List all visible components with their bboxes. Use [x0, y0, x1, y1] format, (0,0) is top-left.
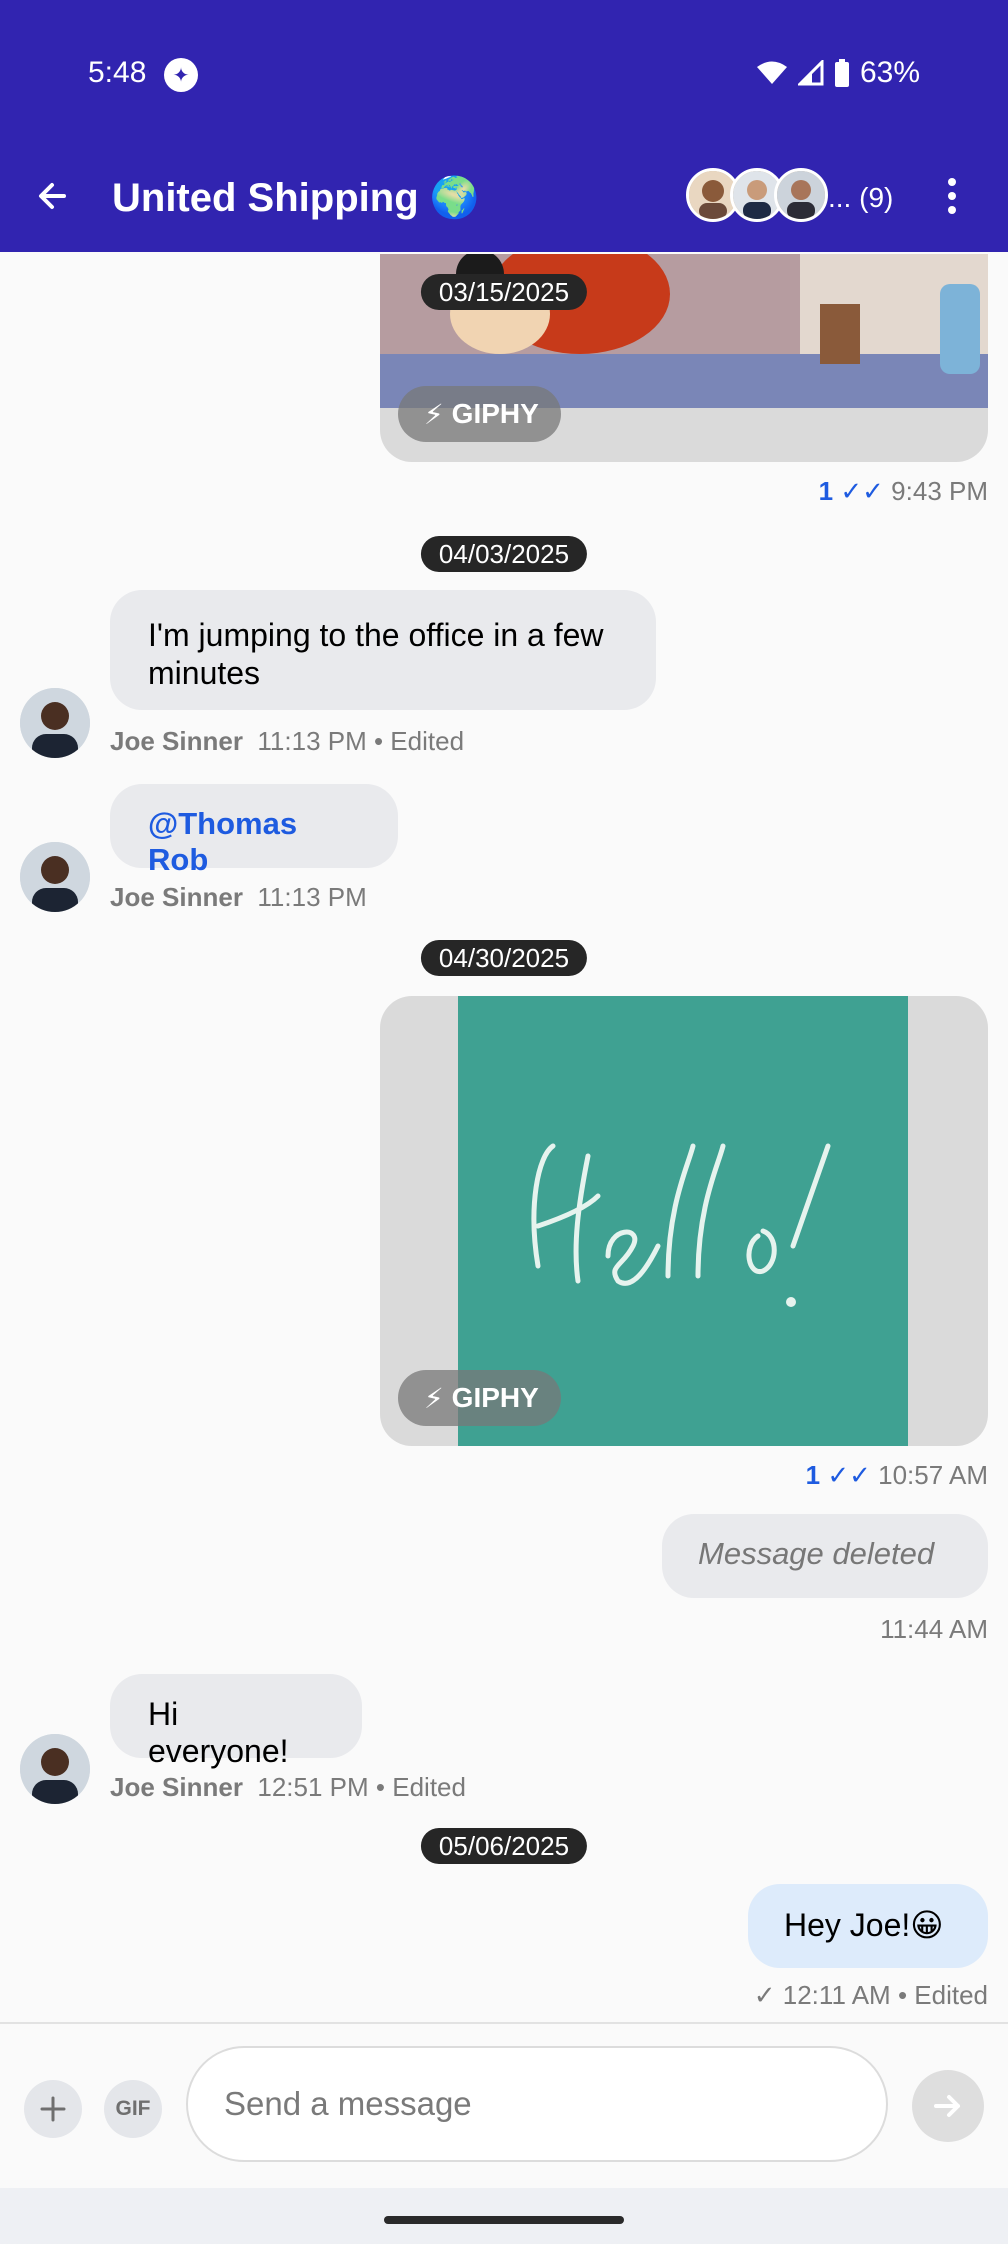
message-time: 9:43 PM — [891, 476, 988, 506]
message-placeholder: Send a message — [224, 2085, 472, 2122]
date-separator: 05/06/2025 — [420, 1828, 588, 1864]
lightning-icon: ⚡ — [424, 398, 444, 430]
date-separator: 04/03/2025 — [420, 536, 588, 572]
message-time: 11:13 PM — [257, 726, 367, 756]
battery-icon — [834, 59, 849, 87]
message-text: Hey Joe!😀 — [784, 1907, 944, 1943]
message-bubble[interactable]: Hi everyone! — [110, 1674, 362, 1769]
more-options-button[interactable] — [934, 172, 970, 220]
avatar[interactable] — [20, 842, 90, 912]
status-time: 5:48 — [88, 56, 147, 89]
deleted-message[interactable]: Message deleted — [662, 1514, 988, 1598]
back-button[interactable] — [28, 172, 76, 220]
status-indicators: 63% — [756, 56, 920, 90]
home-indicator[interactable] — [384, 2216, 624, 2224]
message-meta: Joe Sinner 12:51 PM • Edited — [110, 1772, 466, 1803]
check-icon: ✓ — [753, 1980, 776, 2010]
gif-message[interactable]: ⚡ GIPHY — [380, 996, 988, 1446]
gif-label: GIF — [115, 2097, 151, 2120]
edited-label: • Edited — [897, 1980, 988, 2010]
message-time: 11:13 PM — [257, 882, 367, 912]
edited-label: • Edited — [373, 726, 465, 756]
avatar[interactable] — [20, 688, 90, 758]
message-bubble[interactable]: I'm jumping to the office in a few minut… — [110, 590, 656, 710]
message-time: 10:57 AM — [878, 1460, 988, 1490]
message-meta: 1 ✓✓ 9:43 PM — [819, 476, 988, 507]
author-name: Joe Sinner — [110, 882, 243, 912]
attach-button[interactable] — [24, 2080, 82, 2138]
message-meta: Joe Sinner 11:13 PM • Edited — [110, 726, 464, 757]
message-text: I'm jumping to the office in a few minut… — [148, 617, 604, 691]
giphy-badge: ⚡ GIPHY — [398, 386, 561, 442]
wifi-icon — [756, 61, 787, 84]
mention-link[interactable]: @Thomas Rob — [148, 806, 297, 877]
member-avatars[interactable] — [686, 168, 828, 222]
message-text: Hi everyone! — [148, 1696, 289, 1769]
signal-icon — [797, 60, 824, 86]
plus-icon — [40, 2096, 66, 2122]
lightning-icon: ⚡ — [424, 1382, 444, 1414]
arrow-left-icon — [39, 183, 66, 209]
send-button[interactable] — [912, 2070, 984, 2142]
message-time: 11:44 AM — [880, 1614, 988, 1644]
deleted-label: Message deleted — [698, 1536, 935, 1571]
gif-button[interactable]: GIF — [104, 2080, 162, 2138]
read-count: 1 — [805, 1460, 821, 1490]
message-time: 12:11 AM — [782, 1980, 891, 2010]
battery-percent: 63% — [859, 56, 920, 89]
date-separator: 04/30/2025 — [420, 940, 588, 976]
member-count[interactable]: ... (9) — [828, 182, 893, 214]
member-avatar — [774, 168, 828, 222]
edited-label: • Edited — [375, 1772, 466, 1802]
message-meta: Joe Sinner 11:13 PM — [110, 882, 367, 913]
message-meta: ✓ 12:11 AM • Edited — [754, 1980, 988, 2011]
chat-title[interactable]: United Shipping 🌍 — [112, 174, 480, 221]
message-input[interactable]: Send a message — [186, 2046, 888, 2162]
read-count: 1 — [818, 476, 834, 506]
author-name: Joe Sinner — [110, 1772, 243, 1802]
message-meta: 1 ✓✓ 10:57 AM — [806, 1460, 988, 1491]
message-bubble[interactable]: Hey Joe!😀 — [748, 1884, 988, 1968]
double-check-icon: ✓✓ — [827, 1460, 871, 1490]
double-check-icon: ✓✓ — [840, 476, 884, 506]
send-arrow-icon — [934, 2095, 960, 2117]
message-bubble[interactable]: @Thomas Rob — [110, 784, 398, 877]
message-time: 12:51 PM — [257, 1772, 369, 1802]
date-separator: 03/15/2025 — [420, 274, 588, 310]
avatar[interactable] — [20, 1734, 90, 1804]
giphy-badge: ⚡ GIPHY — [398, 1370, 561, 1426]
notification-app-icon: ✦ — [164, 58, 198, 92]
author-name: Joe Sinner — [110, 726, 243, 756]
